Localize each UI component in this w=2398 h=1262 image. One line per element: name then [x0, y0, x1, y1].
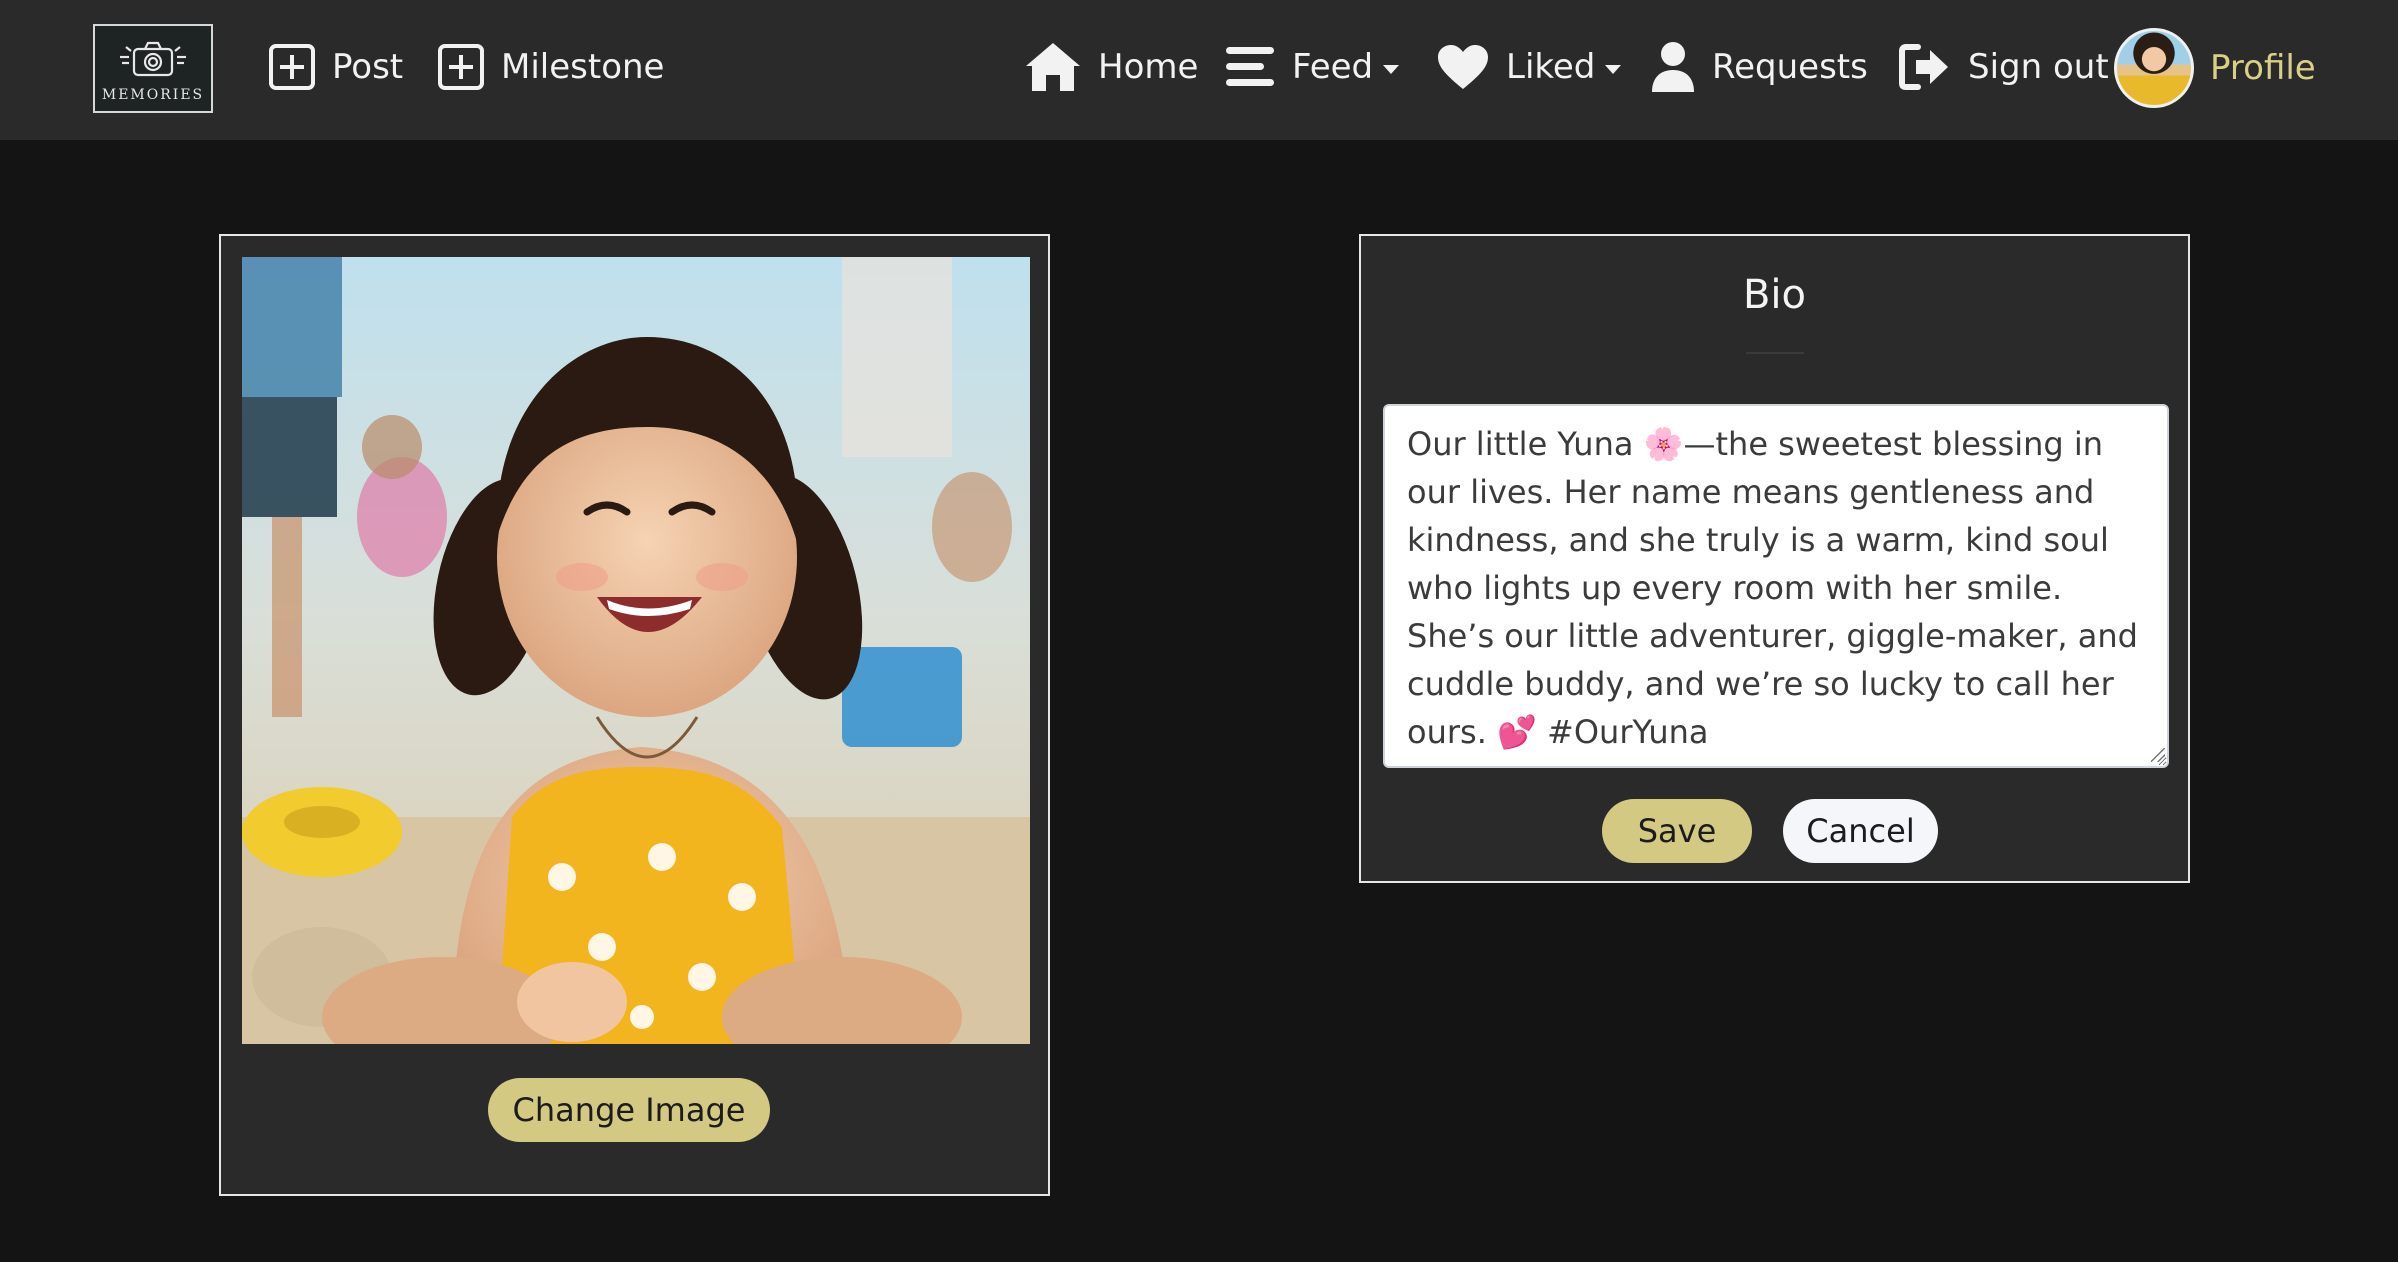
heart-icon [1438, 45, 1488, 89]
cancel-button[interactable]: Cancel [1783, 799, 1938, 863]
bio-card: Bio Our little Yuna 🌸—the sweetest bless… [1359, 234, 2190, 883]
nav-feed-label: Feed [1292, 47, 1374, 87]
navbar: MEMORIES Post Milestone Home Feed Liked … [0, 0, 2398, 140]
nav-signout-label: Sign out [1968, 47, 2109, 87]
nav-home-label: Home [1098, 47, 1199, 87]
nav-liked-label: Liked [1506, 47, 1596, 87]
beach-photo-illustration [242, 257, 1030, 1044]
profile-photo [242, 257, 1030, 1044]
nav-feed-dropdown[interactable]: Feed [1224, 36, 1400, 98]
profile-image-card: Change Image [219, 234, 1050, 1196]
logo-text: MEMORIES [101, 86, 205, 103]
plus-square-icon [438, 44, 484, 90]
memories-logo[interactable]: MEMORIES [93, 24, 213, 113]
nav-profile-label: Profile [2210, 48, 2316, 88]
nav-milestone[interactable]: Milestone [437, 36, 664, 98]
nav-requests[interactable]: Requests [1650, 36, 1868, 98]
bio-title: Bio [1742, 272, 1807, 318]
nav-post[interactable]: Post [268, 36, 403, 98]
sign-out-icon [1899, 44, 1948, 90]
avatar [2114, 28, 2194, 108]
user-icon [1652, 42, 1694, 92]
save-button[interactable]: Save [1602, 799, 1752, 863]
nav-profile[interactable]: Profile [2114, 28, 2316, 108]
home-icon [1026, 43, 1080, 91]
textarea-resize-handle[interactable] [2151, 748, 2165, 762]
nav-post-label: Post [332, 47, 404, 87]
caret-down-icon [1605, 64, 1622, 74]
nav-liked-dropdown[interactable]: Liked [1436, 36, 1622, 98]
nav-home[interactable]: Home [1024, 36, 1198, 98]
plus-square-icon [269, 44, 315, 90]
caret-down-icon [1383, 64, 1400, 74]
bio-textarea[interactable]: Our little Yuna 🌸—the sweetest blessing … [1383, 404, 2169, 768]
bars-icon [1226, 47, 1274, 86]
change-image-button[interactable]: Change Image [488, 1078, 770, 1142]
bio-divider [1746, 352, 1804, 354]
nav-milestone-label: Milestone [501, 47, 665, 87]
nav-requests-label: Requests [1712, 47, 1868, 87]
camera-logo-icon [120, 41, 186, 76]
nav-sign-out[interactable]: Sign out [1898, 36, 2109, 98]
